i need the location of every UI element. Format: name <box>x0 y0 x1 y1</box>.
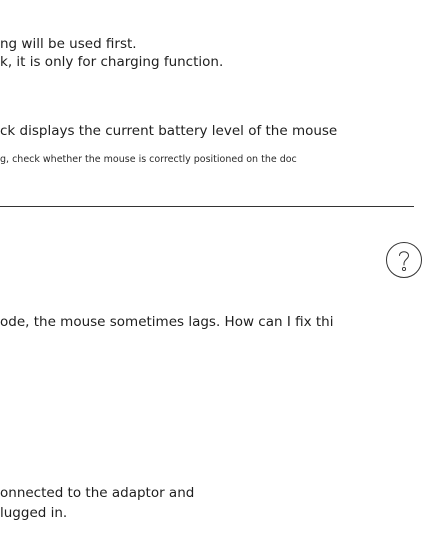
positioning-note: g, check whether the mouse is correctly … <box>0 154 297 165</box>
section-divider <box>0 206 414 207</box>
faq-answer-line-1: onnected to the adaptor and <box>0 485 195 501</box>
usage-priority-text: ng will be used first. <box>0 36 137 52</box>
charging-function-text: k, it is only for charging function. <box>0 54 224 70</box>
battery-level-text: ck displays the current battery level of… <box>0 123 338 139</box>
faq-question: ode, the mouse sometimes lags. How can I… <box>0 314 334 330</box>
question-circle-icon <box>386 242 422 278</box>
faq-answer-line-2: lugged in. <box>0 505 68 521</box>
